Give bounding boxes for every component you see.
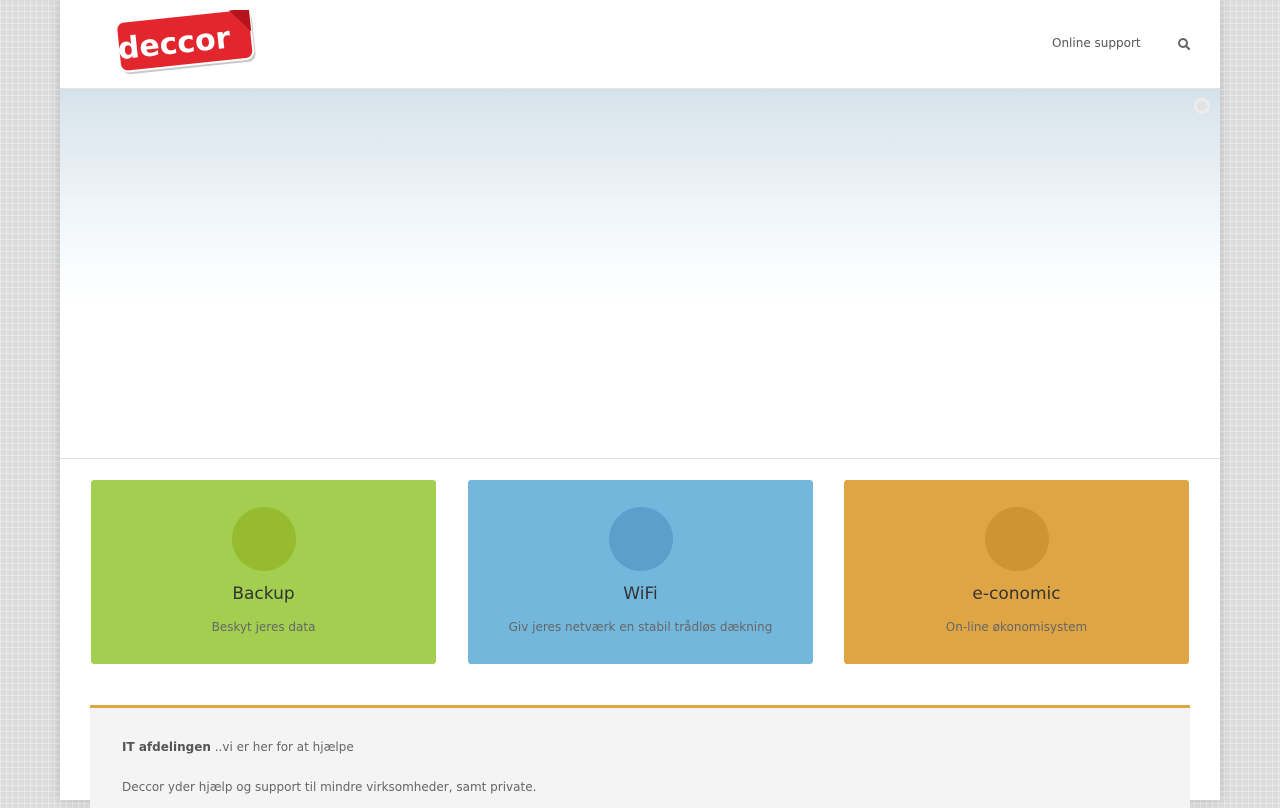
card-title: Backup [232, 584, 295, 604]
info-heading: IT afdelingen [122, 740, 211, 754]
search-icon[interactable] [1176, 36, 1192, 52]
backup-icon [231, 507, 296, 571]
deccor-logo-icon: deccor [115, 10, 256, 74]
hero-slider [60, 88, 1220, 459]
wifi-icon [608, 507, 673, 571]
info-box: IT afdelingen ..vi er her for at hjælpe … [90, 705, 1190, 808]
info-heading-line: IT afdelingen ..vi er her for at hjælpe [122, 740, 354, 754]
card-economic[interactable]: e-conomic On-line økonomisystem [844, 480, 1189, 664]
card-title: WiFi [623, 584, 658, 604]
economic-icon [984, 507, 1049, 571]
card-title: e-conomic [972, 584, 1061, 604]
card-backup[interactable]: Backup Beskyt jeres data [91, 480, 436, 664]
slider-dot[interactable] [1194, 98, 1210, 114]
site-header: deccor Online support [60, 0, 1220, 89]
card-subtitle: Beskyt jeres data [211, 620, 316, 634]
info-body: Deccor yder hjælp og support til mindre … [122, 780, 537, 794]
info-tagline: ..vi er her for at hjælpe [210, 740, 354, 754]
card-subtitle: On-line økonomisystem [945, 620, 1088, 634]
card-subtitle: Giv jeres netværk en stabil trådløs dækn… [508, 620, 773, 634]
logo[interactable]: deccor [114, 10, 262, 74]
card-wifi[interactable]: WiFi Giv jeres netværk en stabil trådløs… [468, 480, 813, 664]
page-container: deccor Online support Backup Beskyt jere… [60, 0, 1220, 808]
nav-online-support[interactable]: Online support [1052, 36, 1141, 50]
